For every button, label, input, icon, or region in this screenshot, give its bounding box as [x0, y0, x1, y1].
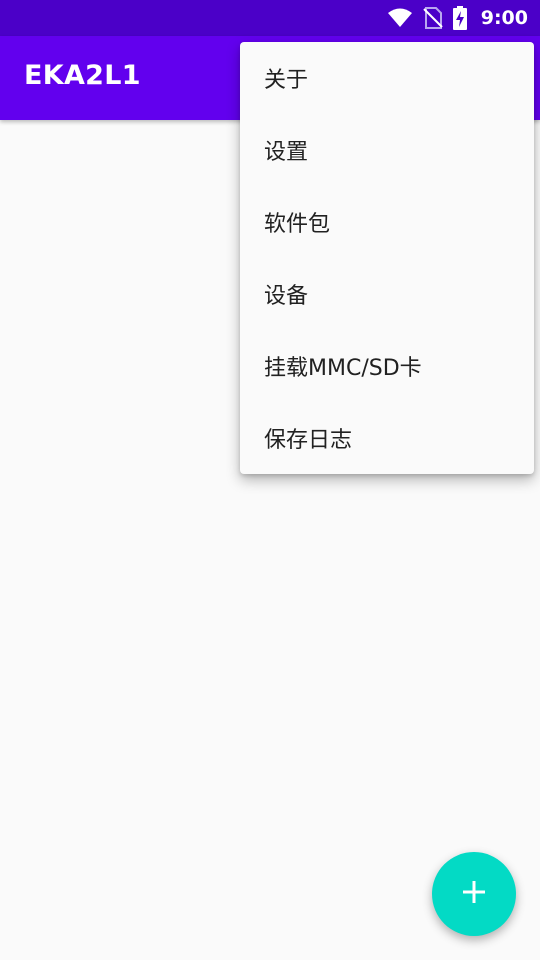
plus-icon: [461, 879, 487, 909]
wifi-icon: [387, 8, 413, 28]
clock: 9:00: [480, 7, 528, 29]
menu-item-packages[interactable]: 软件包: [240, 186, 534, 258]
menu-item-label: 保存日志: [264, 428, 353, 453]
app-title: EKA2L1: [24, 60, 141, 91]
menu-item-label: 关于: [264, 68, 309, 93]
menu-item-about[interactable]: 关于: [240, 42, 534, 114]
battery-charging-icon: [452, 6, 467, 30]
overflow-menu: 关于 设置 软件包 设备 挂载MMC/SD卡 保存日志: [240, 42, 534, 474]
menu-item-devices[interactable]: 设备: [240, 258, 534, 330]
menu-item-label: 软件包: [264, 212, 331, 237]
add-fab-button[interactable]: [432, 852, 516, 936]
menu-item-label: 挂载MMC/SD卡: [264, 356, 422, 381]
menu-item-settings[interactable]: 设置: [240, 114, 534, 186]
menu-item-mount-sd[interactable]: 挂载MMC/SD卡: [240, 330, 534, 402]
no-sim-icon: [423, 7, 443, 29]
status-bar: 9:00: [0, 0, 540, 36]
menu-item-label: 设置: [264, 140, 309, 165]
menu-item-save-log[interactable]: 保存日志: [240, 402, 534, 474]
menu-item-label: 设备: [264, 284, 309, 309]
